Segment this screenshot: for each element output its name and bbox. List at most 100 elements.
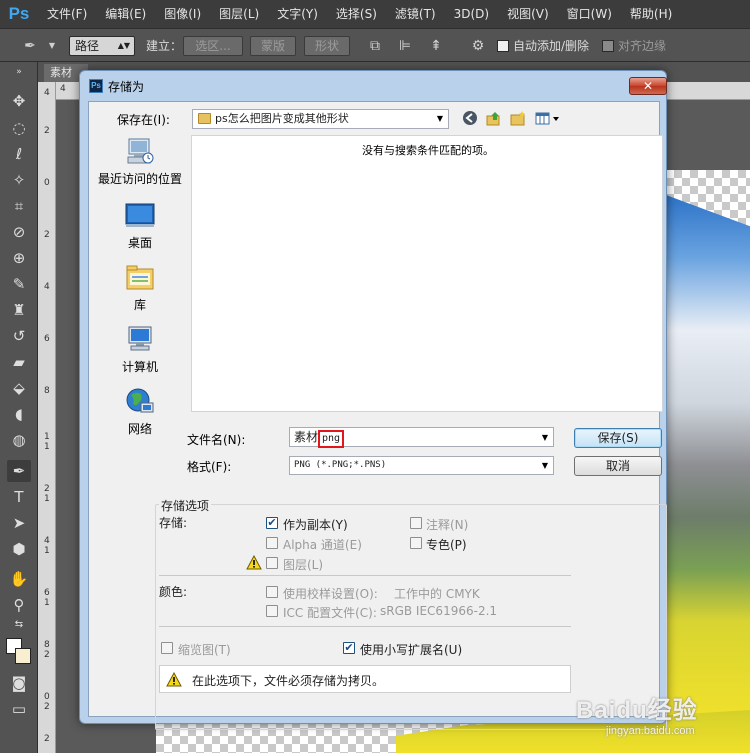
dialog-titlebar[interactable]: Ps 存储为 ✕ [80,71,667,101]
filename-input[interactable]: 素材 png ▼ [289,427,554,448]
selection-button[interactable]: 选区... [183,36,243,56]
shape-tool-icon[interactable]: ⬢ [7,538,31,560]
zoom-tool-icon[interactable]: ⚲ [7,594,31,616]
panel-collapse-icon[interactable]: » [7,67,31,77]
places-bar: 最近访问的位置 桌面 库 计算机 网络 [94,135,186,520]
type-tool-icon[interactable]: T [7,486,31,508]
layers-checkbox[interactable] [266,557,278,569]
swap-colors-icon[interactable]: ⇆ [7,618,31,632]
status-message-box: 在此选项下，文件必须存储为拷贝。 [159,665,571,693]
screen-mode-icon[interactable]: ▭ [7,698,31,720]
clone-stamp-tool-icon[interactable]: ♜ [7,299,31,321]
notes-checkbox[interactable] [410,517,422,529]
dialog-body: 保存在(I): ps怎么把图片变成其他形状 ▼ 最近访问的位置 桌面 库 计算机… [88,101,667,730]
menu-view[interactable]: 视图(V) [498,0,558,28]
blur-tool-icon[interactable]: ◖ [7,403,31,425]
save-location-select[interactable]: ps怎么把图片变成其他形状 ▼ [192,109,449,129]
ruler-v-number: 2 [44,734,50,744]
new-folder-icon [510,111,525,126]
notes-label: 注释(N) [426,518,469,532]
cancel-button[interactable]: 取消 [574,456,662,476]
eyedropper-tool-icon[interactable]: ⊘ [7,221,31,243]
options-bar: ✒ ▼ 路径 ▲▼ 建立： 选区... 蒙版 形状 ⧉ ⊫ ⇞ ⚙ 自动添加/删… [0,28,750,62]
align-edges-checkbox[interactable] [602,40,614,52]
menu-filter[interactable]: 滤镜(T) [386,0,445,28]
path-arrangement-icon[interactable]: ⇞ [428,38,444,54]
as-copy-label: 作为副本(Y) [283,518,348,532]
new-folder-button[interactable] [509,110,527,128]
gear-icon[interactable]: ⚙ [470,38,486,54]
photoshop-logo: Ps [8,4,30,23]
tool-preset-dropdown-icon[interactable]: ▼ [44,38,60,54]
place-computer[interactable]: 计算机 [94,325,186,381]
icc-profile-label: ICC 配置文件(C): [283,606,377,620]
place-libraries[interactable]: 库 [94,263,186,319]
format-select[interactable]: PNG (*.PNG;*.PNS) ▼ [289,456,554,475]
view-menu-button[interactable] [535,110,561,128]
spot-colors-checkbox[interactable] [410,537,422,549]
menu-file[interactable]: 文件(F) [38,0,96,28]
paint-bucket-tool-icon[interactable]: ⬙ [7,377,31,399]
ruler-v-number: 1 [44,442,50,452]
format-label: 格式(F): [187,460,232,474]
shape-button[interactable]: 形状 [304,36,350,56]
menu-window[interactable]: 窗口(W) [558,0,621,28]
ruler-v-number: 0 [44,692,50,702]
dialog-title: 存储为 [108,80,145,94]
back-button[interactable] [461,110,479,128]
eraser-tool-icon[interactable]: ▰ [7,351,31,373]
thumbnail-checkbox[interactable] [161,642,173,654]
alpha-channels-checkbox[interactable] [266,537,278,549]
place-network[interactable]: 网络 [94,387,186,443]
menu-layer[interactable]: 图层(L) [210,0,268,28]
as-copy-checkbox[interactable]: ✔ [266,517,278,529]
status-message: 在此选项下，文件必须存储为拷贝。 [192,674,385,688]
path-operations-icon[interactable]: ⧉ [367,38,383,54]
auto-add-delete-checkbox[interactable] [497,40,509,52]
use-proof-setup-label: 使用校样设置(O): [283,587,378,601]
pen-tool-icon[interactable]: ✒ [22,38,38,54]
menu-select[interactable]: 选择(S) [327,0,386,28]
dodge-tool-icon[interactable]: ◍ [7,429,31,451]
chevron-down-icon: ▼ [541,461,548,470]
align-edges-option[interactable]: 对齐边缘 [602,36,666,56]
path-selection-tool-icon[interactable]: ➤ [7,512,31,534]
magic-wand-tool-icon[interactable]: ✧ [7,169,31,191]
background-color-swatch[interactable] [15,648,31,664]
lasso-tool-icon[interactable]: ℓ [7,143,31,165]
save-button[interactable]: 保存(S) [574,428,662,448]
filename-prefix: 素材 [294,430,319,444]
icc-profile-checkbox[interactable] [266,605,278,617]
history-brush-tool-icon[interactable]: ↺ [7,325,31,347]
quick-mask-icon[interactable]: ◙ [7,672,31,694]
menu-image[interactable]: 图像(I) [155,0,210,28]
ruler-v-number: 8 [44,386,50,396]
healing-brush-tool-icon[interactable]: ⊕ [7,247,31,269]
marquee-tool-icon[interactable]: ◌ [7,117,31,139]
menu-3d[interactable]: 3D(D) [445,0,498,28]
up-folder-button[interactable] [485,110,503,128]
auto-add-delete-option[interactable]: 自动添加/删除 [497,36,589,56]
make-label: 建立： [146,39,183,53]
place-desktop-label: 桌面 [127,236,152,250]
place-recent[interactable]: 最近访问的位置 [94,137,186,193]
path-alignment-icon[interactable]: ⊫ [397,38,413,54]
icc-profile-value: sRGB IEC61966-2.1 [380,604,498,618]
menu-help[interactable]: 帮助(H) [621,0,681,28]
close-button[interactable]: ✕ [629,77,667,95]
pen-tool-icon[interactable]: ✒ [7,460,31,482]
hand-tool-icon[interactable]: ✋ [7,568,31,590]
brush-tool-icon[interactable]: ✎ [7,273,31,295]
warning-icon [246,555,262,570]
move-tool-icon[interactable]: ✥ [7,90,31,112]
file-list[interactable]: 没有与搜索条件匹配的项。 [191,135,663,412]
menu-type[interactable]: 文字(Y) [268,0,327,28]
place-desktop[interactable]: 桌面 [94,201,186,257]
lowercase-extension-checkbox[interactable]: ✔ [343,642,355,654]
crop-tool-icon[interactable]: ⌗ [7,195,31,217]
chevron-down-icon: ▼ [436,114,443,123]
use-proof-setup-checkbox[interactable] [266,586,278,598]
path-mode-select[interactable]: 路径 ▲▼ [69,36,135,56]
mask-button[interactable]: 蒙版 [250,36,296,56]
menu-edit[interactable]: 编辑(E) [96,0,155,28]
